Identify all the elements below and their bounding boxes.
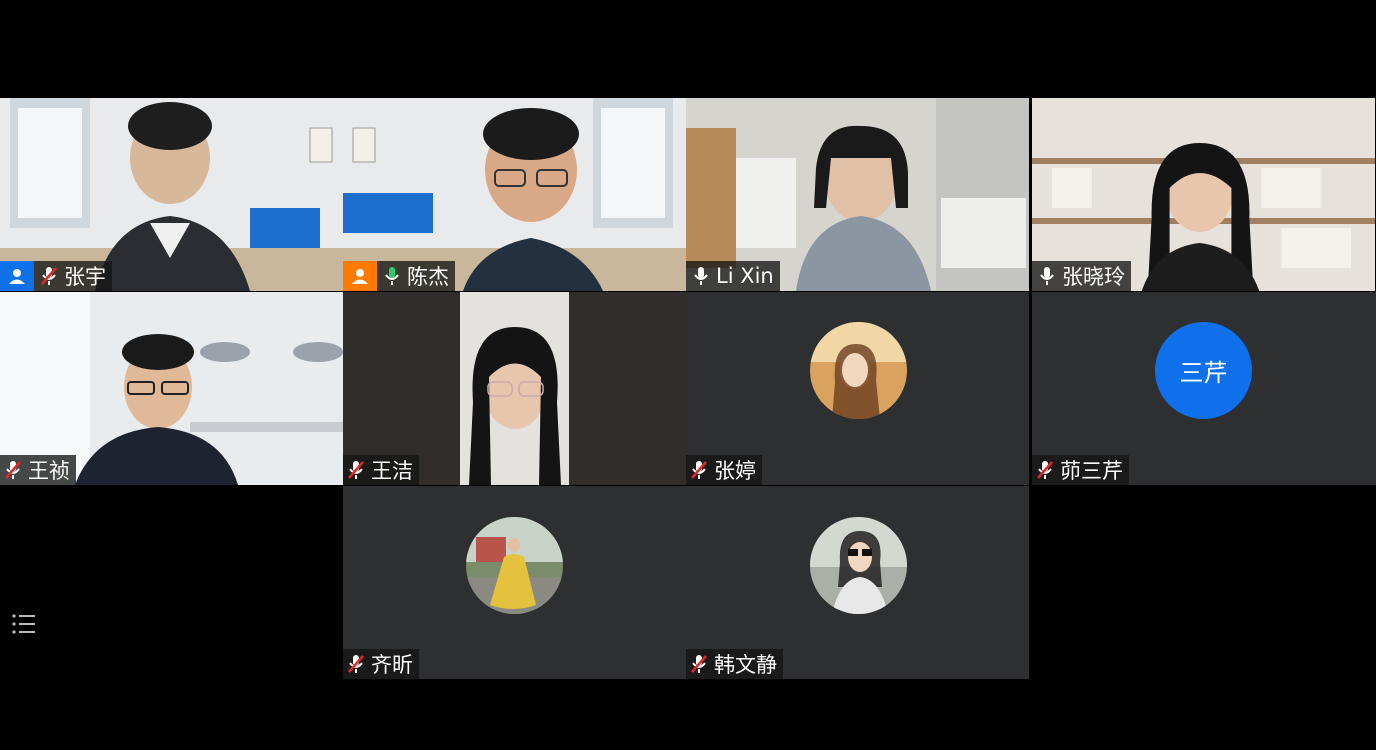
participant-name: 王祯 xyxy=(28,459,70,483)
video-tile-zhangxiaoling[interactable]: 张晓玲 xyxy=(1032,98,1375,291)
participant-name: 陈杰 xyxy=(407,265,449,289)
microphone-muted-icon xyxy=(343,649,369,679)
avatar xyxy=(466,517,563,614)
video-tile-lixin[interactable]: Li Xin xyxy=(686,98,1029,291)
participant-label: 张宇 xyxy=(0,261,112,291)
microphone-muted-icon xyxy=(0,455,26,485)
avatar xyxy=(810,517,907,614)
avatar xyxy=(810,322,907,419)
video-tile-zhangting[interactable]: 张婷 xyxy=(686,292,1029,485)
participant-name: 张婷 xyxy=(714,459,756,483)
participant-name: 张晓玲 xyxy=(1062,265,1125,289)
avatar-initials: 三芹 xyxy=(1179,359,1228,387)
participant-label: 张晓玲 xyxy=(1032,261,1131,291)
participant-label: 张婷 xyxy=(686,455,762,485)
video-tile-maosanqin[interactable]: 三芹 茆三芹 xyxy=(1032,292,1376,485)
participant-label: 王祯 xyxy=(0,455,76,485)
microphone-muted-icon xyxy=(686,649,712,679)
participant-label: 陈杰 xyxy=(343,261,455,291)
microphone-muted-icon xyxy=(1032,455,1058,485)
participant-label: 韩文静 xyxy=(686,649,783,679)
participant-name: 王洁 xyxy=(371,459,413,483)
participant-label: Li Xin xyxy=(686,261,780,291)
participant-name: 齐昕 xyxy=(371,653,413,677)
video-tile-wangjie[interactable]: 王洁 xyxy=(343,292,686,485)
participant-label: 王洁 xyxy=(343,455,419,485)
list-icon[interactable] xyxy=(4,604,44,644)
microphone-icon xyxy=(1034,261,1060,291)
participant-name: 茆三芹 xyxy=(1060,459,1123,483)
video-tile-zhangyu[interactable]: 张宇 xyxy=(0,98,343,291)
video-tile-hanwenjing[interactable]: 韩文静 xyxy=(686,486,1029,679)
participant-label: 茆三芹 xyxy=(1032,455,1129,485)
microphone-icon xyxy=(688,261,714,291)
microphone-muted-icon xyxy=(36,261,62,291)
microphone-muted-icon xyxy=(686,455,712,485)
microphone-icon xyxy=(379,261,405,291)
avatar: 三芹 xyxy=(1155,322,1252,419)
host-badge xyxy=(0,261,34,291)
participant-label: 齐昕 xyxy=(343,649,419,679)
host-badge xyxy=(343,261,377,291)
person-icon xyxy=(352,269,368,284)
participant-name: Li Xin xyxy=(716,264,774,288)
participant-name: 张宇 xyxy=(64,265,106,289)
video-tile-chenjie[interactable]: 陈杰 xyxy=(343,98,686,291)
person-icon xyxy=(9,269,25,284)
participant-name: 韩文静 xyxy=(714,653,777,677)
video-tile-wangzhen[interactable]: 王祯 xyxy=(0,292,343,485)
microphone-muted-icon xyxy=(343,455,369,485)
video-tile-qixin[interactable]: 齐昕 xyxy=(343,486,686,679)
